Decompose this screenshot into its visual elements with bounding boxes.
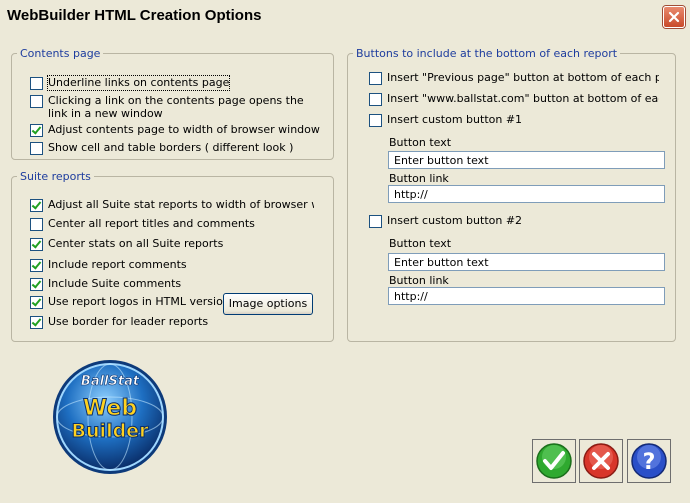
checkbox-label: Insert "www.ballstat.com" button at bott…: [387, 92, 659, 105]
checkbox-label: Clicking a link on the contents page ope…: [48, 94, 304, 120]
previous-page-checkbox[interactable]: Insert "Previous page" button at bottom …: [369, 71, 659, 85]
underline-links-checkbox[interactable]: Underline links on contents page: [30, 75, 231, 91]
checkbox-box[interactable]: [30, 316, 43, 329]
checkbox-box[interactable]: [30, 142, 43, 155]
checkbox-box[interactable]: [30, 124, 43, 137]
checkbox-box[interactable]: [369, 72, 382, 85]
checkbox-box[interactable]: [369, 93, 382, 106]
image-options-button[interactable]: Image options: [223, 293, 313, 315]
title-bar: WebBuilder HTML Creation Options: [0, 0, 690, 32]
checkbox-box[interactable]: [30, 278, 43, 291]
custom2-link-input[interactable]: http://: [388, 287, 665, 305]
checkbox-label: Insert custom button #2: [387, 214, 523, 227]
bottom-buttons-legend: Buttons to include at the bottom of each…: [353, 47, 621, 60]
logo-line2: Web: [83, 396, 137, 421]
checkbox-label: Include report comments: [48, 258, 187, 271]
checkbox-label: Adjust contents page to width of browser…: [48, 123, 320, 136]
question-icon: ?: [631, 443, 667, 479]
window-title: WebBuilder HTML Creation Options: [7, 7, 262, 24]
checkbox-box[interactable]: [30, 95, 43, 108]
checkbox-label: Show cell and table borders ( different …: [48, 141, 294, 154]
close-button[interactable]: [663, 6, 685, 28]
webbuilder-logo: BallStat Web Builder: [53, 360, 167, 474]
checkbox-box[interactable]: [30, 259, 43, 272]
custom1-text-label: Button text: [389, 136, 452, 149]
checkbox-box[interactable]: [30, 199, 43, 212]
open-new-window-checkbox[interactable]: Clicking a link on the contents page ope…: [30, 94, 315, 120]
checkbox-box[interactable]: [30, 77, 43, 90]
center-stats-checkbox[interactable]: Center stats on all Suite reports: [30, 237, 223, 251]
cancel-button[interactable]: [579, 439, 623, 483]
checkbox-label: Use report logos in HTML version: [48, 295, 230, 308]
include-report-comments-checkbox[interactable]: Include report comments: [30, 258, 187, 272]
suite-reports-group: Suite reports Adjust all Suite stat repo…: [11, 170, 334, 342]
suite-reports-legend: Suite reports: [17, 170, 94, 183]
custom-button-1-checkbox[interactable]: Insert custom button #1: [369, 113, 522, 127]
logo-line1: BallStat: [81, 374, 140, 389]
custom2-text-input[interactable]: Enter button text: [388, 253, 665, 271]
include-suite-comments-checkbox[interactable]: Include Suite comments: [30, 277, 181, 291]
ballstat-link-checkbox[interactable]: Insert "www.ballstat.com" button at bott…: [369, 92, 659, 106]
adjust-suite-width-checkbox[interactable]: Adjust all Suite stat reports to width o…: [30, 198, 314, 212]
checkbox-label: Use border for leader reports: [48, 315, 209, 328]
checkbox-label: Underline links on contents page: [46, 75, 231, 91]
custom2-text-label: Button text: [389, 237, 452, 250]
checkmark-icon: [536, 443, 572, 479]
logo-line3: Builder: [72, 420, 150, 442]
svg-text:?: ?: [643, 450, 656, 475]
checkbox-label: Insert "Previous page" button at bottom …: [387, 71, 659, 84]
contents-page-group: Contents page Underline links on content…: [11, 47, 334, 160]
ok-button[interactable]: [532, 439, 576, 483]
checkbox-box[interactable]: [30, 238, 43, 251]
checkbox-box[interactable]: [30, 218, 43, 231]
x-icon: [583, 443, 619, 479]
contents-page-legend: Contents page: [17, 47, 104, 60]
checkbox-label: Insert custom button #1: [387, 113, 523, 126]
checkbox-box[interactable]: [369, 114, 382, 127]
use-report-logos-checkbox[interactable]: Use report logos in HTML version: [30, 295, 230, 309]
checkbox-label: Center stats on all Suite reports: [48, 237, 224, 250]
close-icon: [668, 11, 680, 23]
adjust-contents-width-checkbox[interactable]: Adjust contents page to width of browser…: [30, 123, 320, 137]
show-borders-checkbox[interactable]: Show cell and table borders ( different …: [30, 141, 293, 155]
checkbox-box[interactable]: [369, 215, 382, 228]
checkbox-label: Center all report titles and comments: [48, 217, 255, 230]
custom1-link-input[interactable]: http://: [388, 185, 665, 203]
bottom-buttons-group: Buttons to include at the bottom of each…: [347, 47, 676, 342]
checkbox-box[interactable]: [30, 296, 43, 309]
border-leader-reports-checkbox[interactable]: Use border for leader reports: [30, 315, 208, 329]
custom1-text-input[interactable]: Enter button text: [388, 151, 665, 169]
custom1-link-label: Button link: [389, 172, 449, 185]
custom2-link-label: Button link: [389, 274, 449, 287]
center-titles-checkbox[interactable]: Center all report titles and comments: [30, 217, 255, 231]
custom-button-2-checkbox[interactable]: Insert custom button #2: [369, 214, 522, 228]
checkbox-label: Include Suite comments: [48, 277, 182, 290]
checkbox-label: Adjust all Suite stat reports to width o…: [48, 198, 314, 211]
help-button[interactable]: ?: [627, 439, 671, 483]
